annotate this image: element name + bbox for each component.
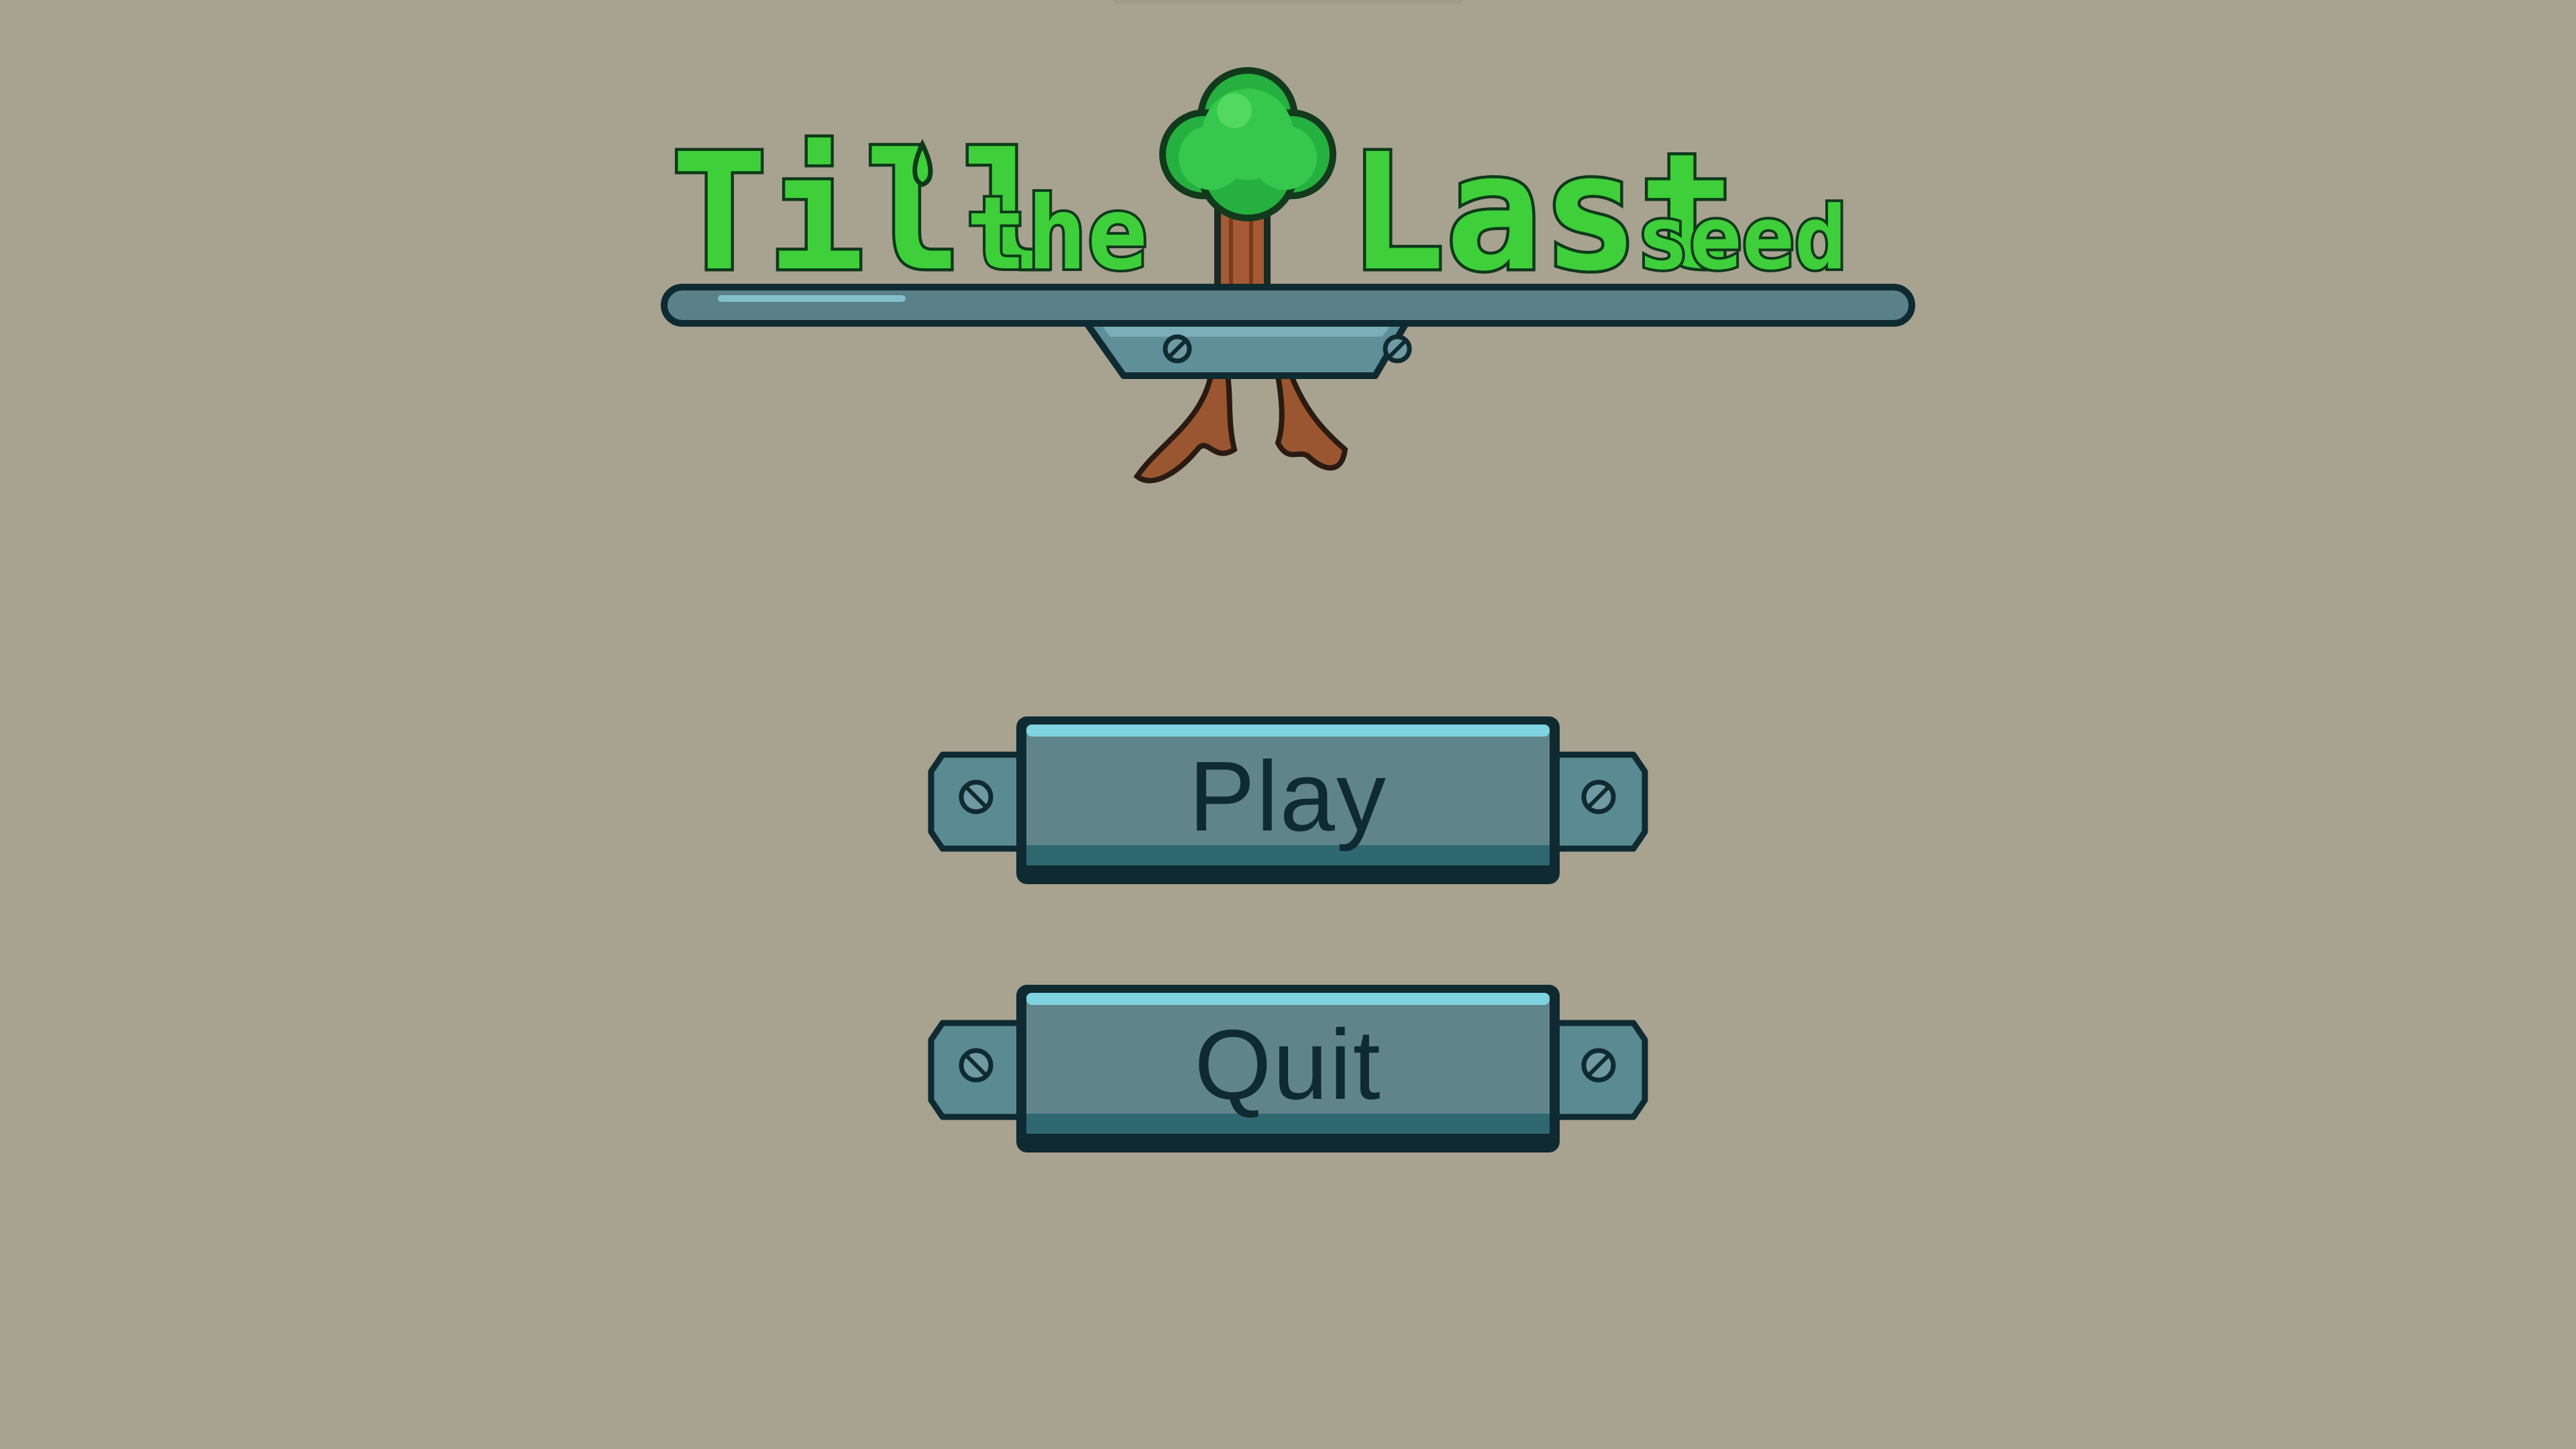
screw-icon bbox=[1383, 334, 1412, 364]
play-button-label: Play bbox=[1189, 741, 1387, 852]
screw-icon bbox=[1581, 780, 1616, 814]
title-word-seed: seed bbox=[1637, 187, 1847, 289]
screw-icon bbox=[959, 1048, 994, 1083]
screw-icon bbox=[1581, 1048, 1616, 1083]
screw-icon bbox=[959, 780, 994, 814]
bar-bracket bbox=[1080, 315, 1412, 379]
quit-button[interactable]: Quit bbox=[926, 979, 1650, 1161]
top-edge-bar bbox=[1114, 0, 1462, 4]
play-button[interactable]: Play bbox=[926, 711, 1650, 892]
game-logo: Till the Last seed bbox=[644, 47, 1932, 530]
main-menu-screen: Till the Last seed Play Quit bbox=[0, 0, 2576, 1449]
quit-button-label: Quit bbox=[1194, 1010, 1382, 1120]
logo-graphic: Till the Last seed bbox=[661, 67, 1915, 484]
screw-icon bbox=[1163, 334, 1192, 364]
title-word-the: the bbox=[966, 176, 1148, 292]
roots-icon bbox=[1133, 373, 1348, 484]
